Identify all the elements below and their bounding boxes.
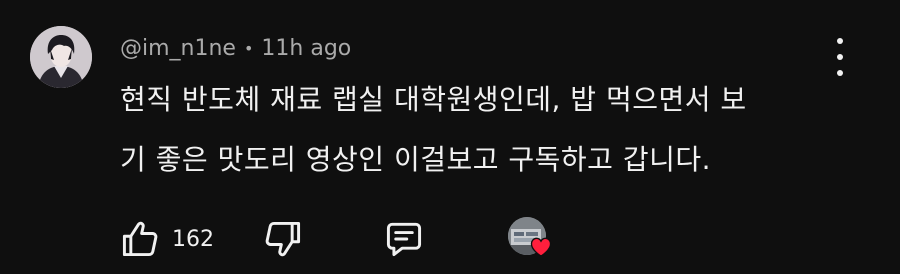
- author-name[interactable]: @im_n1ne: [120, 36, 236, 61]
- creator-heart-badge[interactable]: [506, 215, 556, 265]
- like-button[interactable]: 162: [118, 214, 214, 264]
- separator-dot: •: [243, 38, 254, 58]
- thumb-up-icon: [122, 221, 158, 257]
- comment-header: @im_n1ne • 11h ago: [120, 32, 351, 64]
- like-count: 162: [172, 226, 214, 252]
- menu-dot: [837, 54, 843, 60]
- more-vertical-icon[interactable]: [826, 38, 854, 76]
- comment-action-bar: 162: [118, 214, 578, 264]
- comment-thread: @im_n1ne • 11h ago 현직 반도체 재료 랩실 대학원생인데, …: [0, 0, 900, 274]
- user-avatar[interactable]: [30, 26, 92, 88]
- menu-dot: [837, 70, 843, 76]
- reply-button[interactable]: [382, 214, 426, 264]
- thumb-down-icon: [265, 221, 301, 257]
- comment-timestamp[interactable]: 11h ago: [261, 36, 351, 61]
- comment-text-line: 현직 반도체 재료 랩실 대학원생인데, 밥 먹으면서 보: [120, 83, 747, 116]
- comment-text-line: 기 좋은 맛도리 영상인 이걸보고 구독하고 갑니다.: [120, 143, 712, 176]
- dislike-button[interactable]: [261, 214, 305, 264]
- avatar-image: [30, 26, 92, 88]
- creator-heart-icon: [530, 237, 552, 257]
- reply-icon: [386, 222, 422, 257]
- menu-dot: [837, 38, 843, 44]
